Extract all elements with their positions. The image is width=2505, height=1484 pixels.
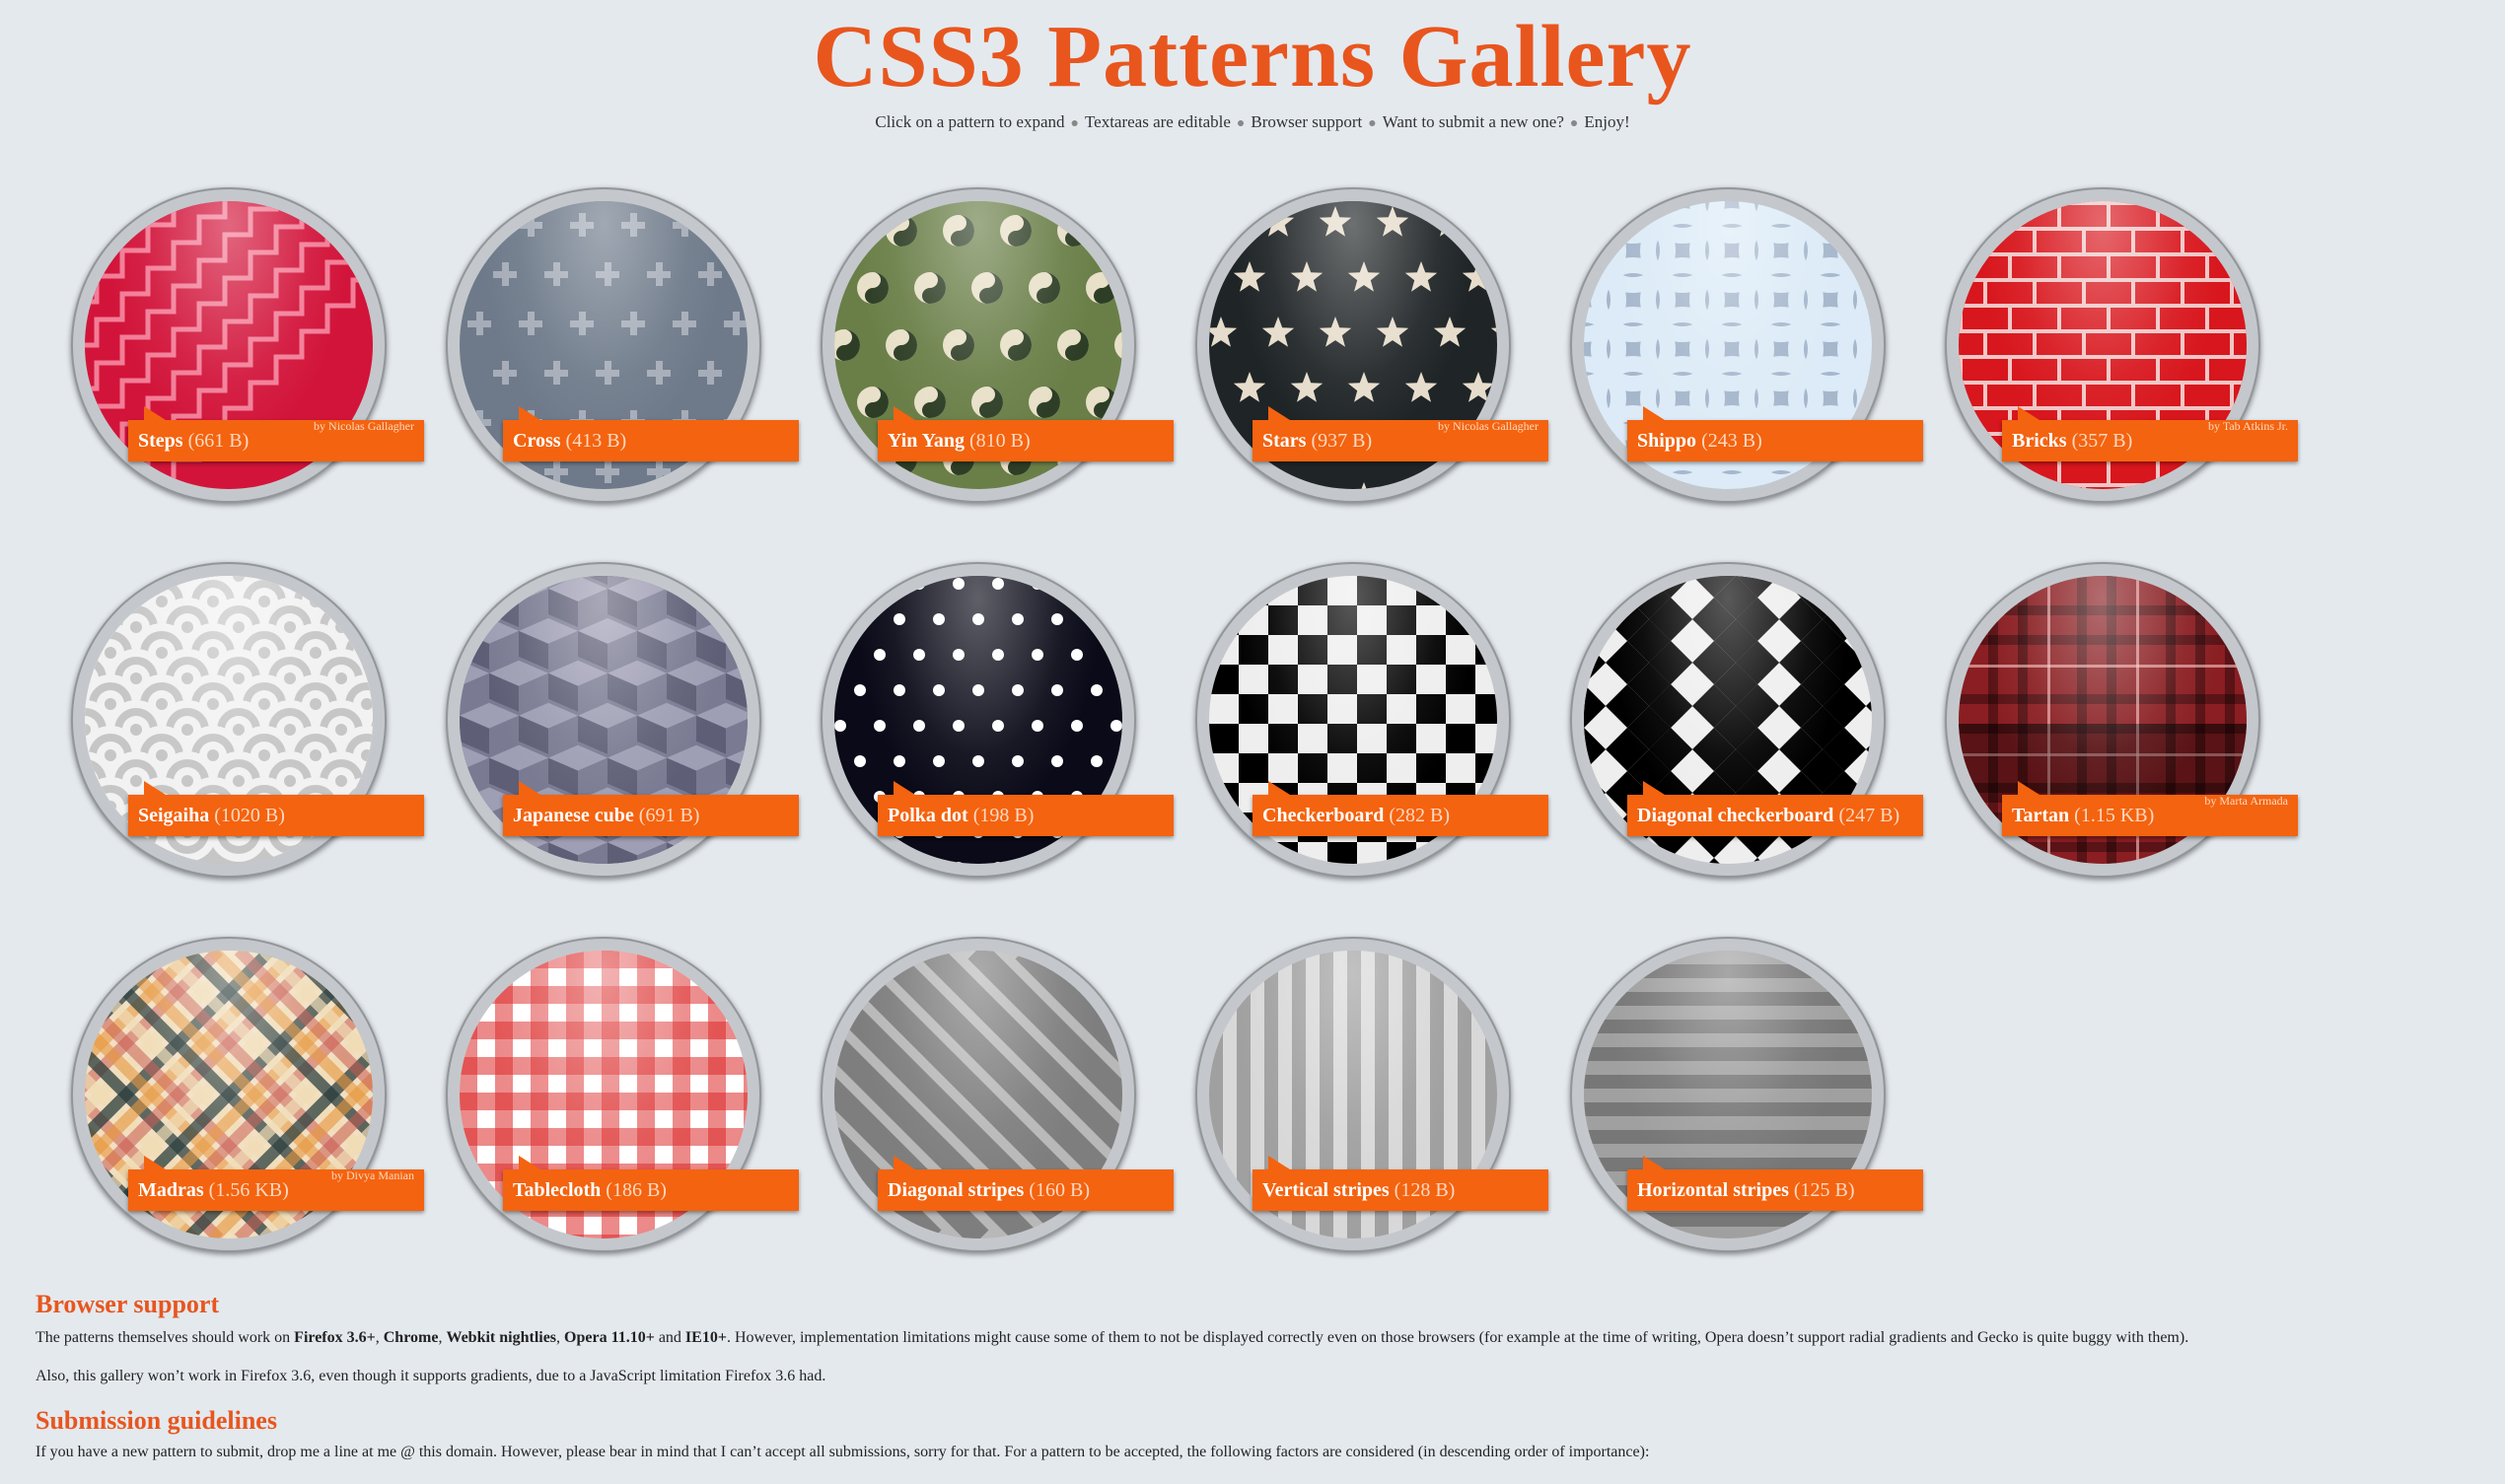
pattern-size: (198 B): [972, 805, 1035, 826]
page-title: CSS3 Patterns Gallery: [813, 8, 1692, 106]
pattern-label[interactable]: Yin Yang (810 B): [878, 406, 1174, 461]
pattern-size: (937 B): [1311, 430, 1373, 452]
pattern-author: by Marta Armada: [2204, 794, 2288, 808]
pattern-label[interactable]: Horizontal stripes (125 B): [1627, 1156, 1923, 1211]
pattern-size: (128 B): [1394, 1179, 1456, 1201]
pattern-card[interactable]: Shippo (243 B): [1570, 187, 1923, 503]
pattern-card[interactable]: Horizontal stripes (125 B): [1570, 937, 1923, 1252]
pattern-card[interactable]: Tartan (1.15 KB) by Marta Armada: [1945, 562, 2298, 878]
pattern-card[interactable]: Steps (661 B) by Nicolas Gallagher: [71, 187, 424, 503]
pattern-author: by Nicolas Gallagher: [314, 419, 414, 433]
pattern-label[interactable]: Checkerboard (282 B): [1252, 781, 1548, 836]
pattern-size: (357 B): [2071, 430, 2133, 452]
pattern-size: (691 B): [638, 805, 700, 826]
pattern-label[interactable]: Bricks (357 B) by Tab Atkins Jr.: [2002, 406, 2298, 461]
pattern-label[interactable]: Tablecloth (186 B): [503, 1156, 799, 1211]
pattern-name: Tartan: [2012, 805, 2070, 826]
pattern-card[interactable]: Madras (1.56 KB) by Divya Manian: [71, 937, 424, 1252]
firefox-note: Also, this gallery won’t work in Firefox…: [36, 1368, 826, 1384]
separator-dot: ●: [1368, 116, 1377, 131]
pattern-card[interactable]: Checkerboard (282 B): [1195, 562, 1548, 878]
pattern-name: Polka dot: [888, 805, 968, 826]
pattern-size: (1.56 KB): [208, 1179, 289, 1201]
pattern-author: by Nicolas Gallagher: [1438, 419, 1539, 433]
pattern-name: Horizontal stripes: [1637, 1179, 1789, 1201]
pattern-card[interactable]: Bricks (357 B) by Tab Atkins Jr.: [1945, 187, 2298, 503]
pattern-name: Japanese cube: [513, 805, 634, 826]
submission-text: If you have a new pattern to submit, dro…: [36, 1444, 1650, 1460]
pattern-name: Diagonal checkerboard: [1637, 805, 1834, 826]
pattern-label[interactable]: Diagonal stripes (160 B): [878, 1156, 1174, 1211]
intro-textareas-hint: Textareas are editable: [1084, 112, 1231, 131]
pattern-label[interactable]: Tartan (1.15 KB) by Marta Armada: [2002, 781, 2298, 836]
pattern-size: (247 B): [1838, 805, 1900, 826]
pattern-size: (160 B): [1029, 1179, 1091, 1201]
pattern-name: Steps: [138, 430, 183, 452]
pattern-name: Madras: [138, 1179, 204, 1201]
pattern-size: (243 B): [1701, 430, 1762, 452]
pattern-card[interactable]: Polka dot (198 B): [821, 562, 1174, 878]
pattern-card[interactable]: Vertical stripes (128 B): [1195, 937, 1548, 1252]
pattern-card[interactable]: Cross (413 B): [446, 187, 799, 503]
pattern-label[interactable]: Diagonal checkerboard (247 B): [1627, 781, 1923, 836]
pattern-name: Yin Yang: [888, 430, 965, 452]
pattern-name: Stars: [1262, 430, 1307, 452]
pattern-name: Shippo: [1637, 430, 1697, 452]
pattern-card[interactable]: Diagonal stripes (160 B): [821, 937, 1174, 1252]
pattern-card[interactable]: Japanese cube (691 B): [446, 562, 799, 878]
pattern-name: Seigaiha: [138, 805, 210, 826]
pattern-label[interactable]: Shippo (243 B): [1627, 406, 1923, 461]
pattern-label[interactable]: Steps (661 B) by Nicolas Gallagher: [128, 406, 424, 461]
intro-links: Click on a pattern to expand ● Textareas a…: [0, 112, 2505, 132]
intro-expand-hint: Click on a pattern to expand: [875, 112, 1065, 131]
pattern-size: (413 B): [565, 430, 627, 452]
pattern-size: (661 B): [187, 430, 250, 452]
pattern-label[interactable]: Cross (413 B): [503, 406, 799, 461]
pattern-label[interactable]: Stars (937 B) by Nicolas Gallagher: [1252, 406, 1548, 461]
pattern-card[interactable]: Seigaiha (1020 B): [71, 562, 424, 878]
browser-support-link[interactable]: Browser support: [1251, 112, 1362, 131]
pattern-name: Checkerboard: [1262, 805, 1385, 826]
pattern-size: (186 B): [606, 1179, 667, 1201]
pattern-name: Bricks: [2012, 430, 2067, 452]
submission-heading: Submission guidelines: [36, 1406, 277, 1435]
pattern-label[interactable]: Seigaiha (1020 B): [128, 781, 424, 836]
pattern-label[interactable]: Japanese cube (691 B): [503, 781, 799, 836]
submit-new-link[interactable]: Want to submit a new one?: [1383, 112, 1564, 131]
pattern-name: Diagonal stripes: [888, 1179, 1025, 1201]
pattern-name: Vertical stripes: [1262, 1179, 1390, 1201]
pattern-size: (1020 B): [214, 805, 285, 826]
browser-support-heading: Browser support: [36, 1290, 220, 1318]
separator-dot: ●: [1569, 116, 1579, 131]
pattern-name: Cross: [513, 430, 561, 452]
pattern-label[interactable]: Madras (1.56 KB) by Divya Manian: [128, 1156, 424, 1211]
pattern-card[interactable]: Yin Yang (810 B): [821, 187, 1174, 503]
pattern-author: by Tab Atkins Jr.: [2208, 419, 2288, 433]
separator-dot: ●: [1070, 116, 1079, 131]
browser-support-text: The patterns themselves should work on F…: [36, 1329, 2189, 1346]
pattern-size: (282 B): [1389, 805, 1450, 826]
pattern-card[interactable]: Diagonal checkerboard (247 B): [1570, 562, 1923, 878]
pattern-size: (125 B): [1793, 1179, 1855, 1201]
pattern-card[interactable]: Tablecloth (186 B): [446, 937, 799, 1252]
pattern-card[interactable]: Stars (937 B) by Nicolas Gallagher: [1195, 187, 1548, 503]
separator-dot: ●: [1236, 116, 1246, 131]
pattern-size: (1.15 KB): [2074, 805, 2155, 826]
pattern-label[interactable]: Vertical stripes (128 B): [1252, 1156, 1548, 1211]
enjoy-text: Enjoy!: [1584, 112, 1630, 131]
pattern-size: (810 B): [969, 430, 1031, 452]
pattern-name: Tablecloth: [513, 1179, 602, 1201]
pattern-author: by Divya Manian: [331, 1168, 414, 1182]
pattern-label[interactable]: Polka dot (198 B): [878, 781, 1174, 836]
